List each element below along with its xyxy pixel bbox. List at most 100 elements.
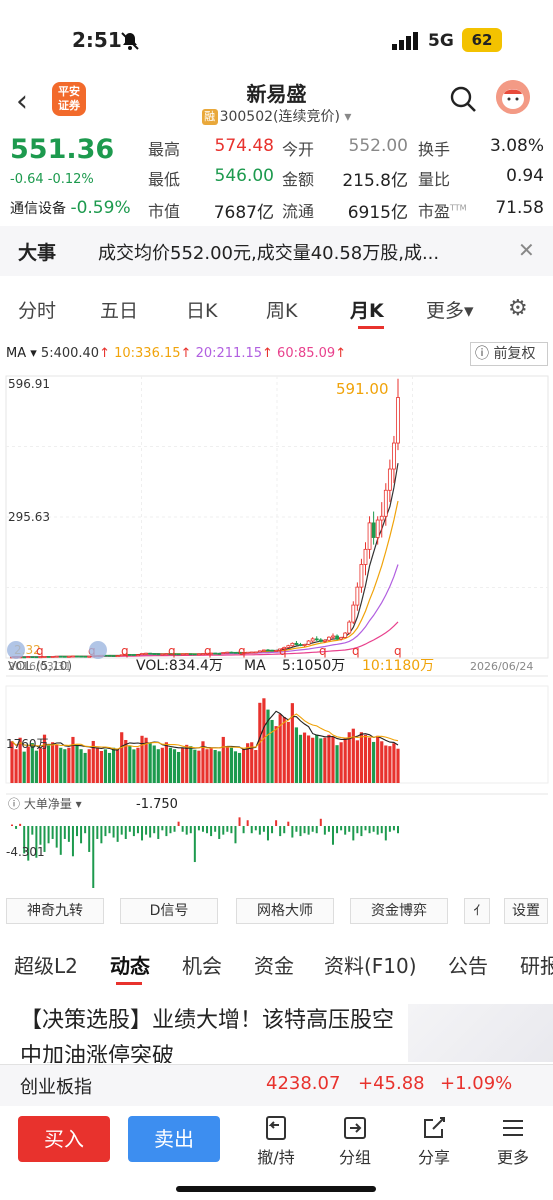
article-title[interactable]: 【决策选股】业绩大增！该特高压股空中加油涨停突破 (20, 1003, 400, 1063)
volume-bar (95, 747, 99, 783)
tab-funds[interactable]: 资金 (254, 950, 294, 979)
candle-body (229, 651, 234, 654)
candle-body (127, 654, 132, 656)
index-value: 4238.07 (266, 1073, 341, 1094)
flow-bars (11, 817, 399, 888)
kline-chart[interactable]: 596.91295.632.32591.002016/03/31 2026/06/… (0, 368, 553, 894)
candle-body (152, 653, 157, 655)
share-button[interactable]: 分享 (409, 1114, 459, 1168)
tab-daily-k[interactable]: 日K (186, 296, 217, 323)
flow-bar (108, 826, 111, 834)
tab-intraday[interactable]: 分时 (18, 296, 56, 323)
flow-bar (242, 826, 245, 834)
quote-label: 市值 (148, 202, 181, 221)
q-marker: q (352, 644, 360, 658)
mute-bell-icon (121, 32, 139, 50)
volume-bar (136, 747, 140, 783)
candle-body (131, 654, 136, 656)
group-button[interactable]: 分组 (330, 1114, 380, 1168)
close-icon[interactable]: ✕ (518, 238, 535, 262)
volume-bar (22, 751, 26, 783)
flow-bar (266, 826, 269, 841)
tab-monthly-k[interactable]: 月K (350, 296, 384, 323)
indicator-more[interactable]: ｲ (464, 898, 490, 924)
volume-bar (237, 752, 242, 783)
flow-bar (201, 826, 204, 832)
volume-bar (335, 745, 339, 783)
article-thumbnail[interactable] (408, 1004, 553, 1062)
news-tag: 大事 (18, 242, 57, 264)
info-icon: ⓘ (475, 346, 489, 362)
index-change-pct: +1.09% (440, 1073, 513, 1094)
quote-value: 6915亿 (347, 203, 408, 223)
volume-bar (156, 749, 160, 783)
indicator-fund-game[interactable]: 资金博弈 (350, 898, 448, 924)
volume-bar (128, 745, 132, 783)
candle-body (160, 653, 165, 656)
flow-bar (15, 826, 18, 829)
tab-opportunity[interactable]: 机会 (182, 950, 222, 979)
flow-bar (258, 826, 261, 835)
quote-value: 552.00 (348, 136, 408, 156)
tab-super-l2[interactable]: 超级L2 (14, 950, 78, 979)
volume-bar (79, 749, 83, 783)
flow-bar (59, 826, 62, 855)
indicator-nine-turn[interactable]: 神奇九转 (6, 898, 104, 924)
search-icon[interactable] (448, 84, 478, 114)
candle-body (197, 653, 201, 656)
tab-f10[interactable]: 资料(F10) (324, 950, 417, 979)
flow-bar (88, 826, 91, 852)
flow-bar (238, 817, 241, 826)
sector-info[interactable]: 通信设备 -0.59% (10, 198, 131, 218)
volume-bar (392, 743, 396, 783)
sell-button[interactable]: 卖出 (128, 1116, 220, 1162)
flow-bar (222, 826, 225, 835)
chart-labels: 596.91295.632.32591.002016/03/31 2026/06/… (6, 377, 533, 859)
volume-bar (307, 735, 311, 783)
flow-bar (149, 826, 152, 838)
flow-bar (84, 826, 87, 834)
tab-five-day[interactable]: 五日 (100, 296, 138, 323)
flow-bar (96, 826, 99, 839)
volume-bar (367, 737, 372, 783)
volume-bar (282, 717, 286, 783)
volume-bar (46, 745, 51, 783)
gear-icon[interactable]: ⚙ (508, 296, 528, 321)
tab-weekly-k[interactable]: 周K (266, 296, 297, 323)
indicator-settings[interactable]: 设置 (504, 898, 548, 924)
tab-news-feed[interactable]: 动态 (110, 950, 150, 979)
candle-body (217, 652, 222, 655)
flow-bar (234, 826, 237, 844)
flow-bar (116, 826, 119, 842)
news-text[interactable]: 成交均价552.00元,成交量40.58万股,成... (98, 239, 508, 265)
flow-bar (177, 821, 180, 826)
tab-more[interactable]: 更多▾ (426, 296, 474, 323)
tab-announcements[interactable]: 公告 (448, 950, 488, 979)
candle-body (335, 635, 339, 640)
flow-bar (364, 826, 367, 831)
peak-price-label: 591.00 (336, 380, 389, 398)
buy-button[interactable]: 买入 (18, 1116, 110, 1162)
indicator-d-signal[interactable]: D信号 (120, 898, 218, 924)
candle-body (266, 649, 270, 652)
volume-bar (254, 750, 258, 783)
candle-body (225, 651, 230, 654)
quote-value: 546.00 (214, 166, 274, 186)
flow-bar (76, 826, 79, 837)
avatar[interactable] (496, 80, 530, 114)
active-tab-indicator (358, 326, 384, 329)
ma-legend[interactable]: MA ▾ 5:400.40↑ 10:336.15↑ 20:211.15↑ 60:… (6, 346, 346, 361)
network-type: 5G (428, 31, 454, 51)
indicator-grid-master[interactable]: 网格大师 (236, 898, 334, 924)
candle-body (375, 519, 380, 538)
ma5-line (11, 463, 399, 658)
volume-bar (189, 746, 193, 783)
more-button[interactable]: 更多 (488, 1114, 538, 1168)
cancel-hold-button[interactable]: 撤/持 (251, 1114, 301, 1168)
volume-bar (225, 746, 229, 783)
adjust-mode-button[interactable]: ⓘ 前复权 (470, 342, 548, 366)
tab-research[interactable]: 研报 (520, 950, 553, 979)
menu-icon (503, 1120, 523, 1136)
volume-bar (83, 752, 87, 783)
flow-bar (153, 826, 156, 834)
